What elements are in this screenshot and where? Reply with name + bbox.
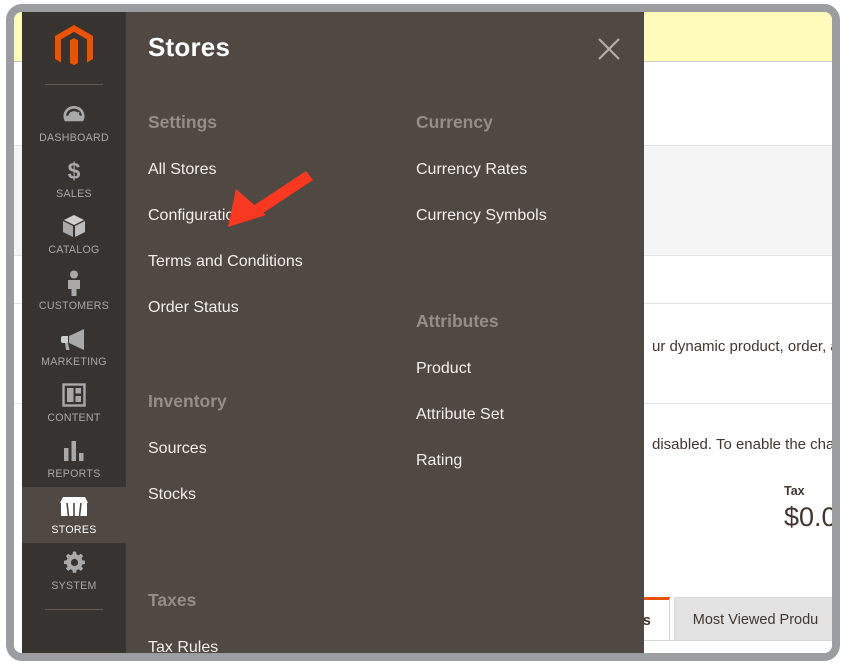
- window-content: to Cache Management and r ur dynamic pro…: [14, 12, 832, 653]
- gear-icon: [62, 550, 87, 575]
- sidebar-label-sales: SALES: [56, 188, 92, 200]
- sidebar-label-marketing: MARKETING: [41, 356, 107, 368]
- menu-link-currency-rates[interactable]: Currency Rates: [416, 161, 636, 179]
- menu-link-product[interactable]: Product: [416, 360, 636, 378]
- menu-link-attribute-set[interactable]: Attribute Set: [416, 406, 636, 424]
- dashboard-gauge-icon: [62, 102, 86, 127]
- sidebar-item-system[interactable]: SYSTEM: [22, 543, 126, 599]
- close-icon[interactable]: [596, 36, 622, 62]
- menu-link-rating[interactable]: Rating: [416, 452, 636, 470]
- group-title-taxes: Taxes: [148, 590, 197, 610]
- stores-menu-panel: Stores Settings All Stores Configuration…: [126, 12, 644, 653]
- sidebar-item-content[interactable]: CONTENT: [22, 375, 126, 431]
- admin-sidebar: DASHBOARD $ SALES CATALOG CUSTOMERS MARK…: [22, 12, 126, 653]
- sidebar-item-marketing[interactable]: MARKETING: [22, 319, 126, 375]
- group-title-inventory: Inventory: [148, 391, 227, 411]
- menu-link-all-stores[interactable]: All Stores: [148, 161, 398, 179]
- tax-value: $0.0: [784, 502, 832, 532]
- menu-link-terms-and-conditions[interactable]: Terms and Conditions: [148, 253, 398, 271]
- menu-link-sources[interactable]: Sources: [148, 440, 398, 458]
- svg-text:$: $: [68, 158, 81, 184]
- menu-link-tax-rules[interactable]: Tax Rules: [148, 639, 398, 653]
- bg-text-line-1: ur dynamic product, order, an: [652, 338, 832, 355]
- sidebar-label-dashboard: DASHBOARD: [39, 132, 109, 144]
- sidebar-item-catalog[interactable]: CATALOG: [22, 207, 126, 263]
- menu-link-currency-symbols[interactable]: Currency Symbols: [416, 207, 636, 225]
- sidebar-divider-bottom: [45, 609, 103, 610]
- group-spacer-2: [148, 532, 398, 590]
- tax-label: Tax: [784, 484, 805, 498]
- magento-logo-icon: [55, 25, 93, 66]
- page-title: Stores: [148, 32, 231, 62]
- group-title-currency: Currency: [416, 112, 493, 132]
- group-title-attributes: Attributes: [416, 311, 499, 331]
- storefront-icon: [59, 494, 89, 519]
- sidebar-label-catalog: CATALOG: [48, 244, 100, 256]
- megaphone-icon: [60, 326, 88, 351]
- sidebar-item-sales[interactable]: $ SALES: [22, 151, 126, 207]
- sidebar-divider-top: [45, 84, 103, 85]
- group-title-settings: Settings: [148, 112, 218, 132]
- tab-most-viewed-products[interactable]: Most Viewed Produ: [673, 597, 832, 641]
- group-spacer-1: [148, 345, 398, 391]
- menu-link-order-status[interactable]: Order Status: [148, 299, 398, 317]
- panel-column-right: Currency Currency Rates Currency Symbols…: [416, 112, 636, 470]
- sidebar-label-stores: STORES: [51, 524, 97, 536]
- bar-chart-icon: [62, 438, 86, 463]
- dollar-sign-icon: $: [63, 158, 85, 184]
- sidebar-item-dashboard[interactable]: DASHBOARD: [22, 95, 126, 151]
- panel-column-left: Settings All Stores Configuration Terms …: [148, 112, 398, 653]
- menu-link-stocks[interactable]: Stocks: [148, 486, 398, 504]
- person-icon: [65, 270, 83, 296]
- box-icon: [61, 214, 87, 239]
- menu-link-configuration[interactable]: Configuration: [148, 207, 398, 225]
- magento-logo[interactable]: [22, 12, 126, 84]
- sidebar-item-stores[interactable]: STORES: [22, 487, 126, 543]
- sidebar-label-customers: CUSTOMERS: [38, 300, 110, 312]
- sidebar-item-customers[interactable]: CUSTOMERS: [22, 263, 126, 319]
- group-spacer-3: [416, 253, 636, 311]
- sidebar-item-reports[interactable]: REPORTS: [22, 431, 126, 487]
- layout-icon: [62, 382, 86, 407]
- sidebar-label-system: SYSTEM: [51, 580, 97, 592]
- browser-window-frame: to Cache Management and r ur dynamic pro…: [6, 4, 840, 661]
- bg-text-line-2: disabled. To enable the chart,: [652, 436, 832, 453]
- sidebar-label-reports: REPORTS: [47, 468, 101, 480]
- sidebar-label-content: CONTENT: [47, 412, 101, 424]
